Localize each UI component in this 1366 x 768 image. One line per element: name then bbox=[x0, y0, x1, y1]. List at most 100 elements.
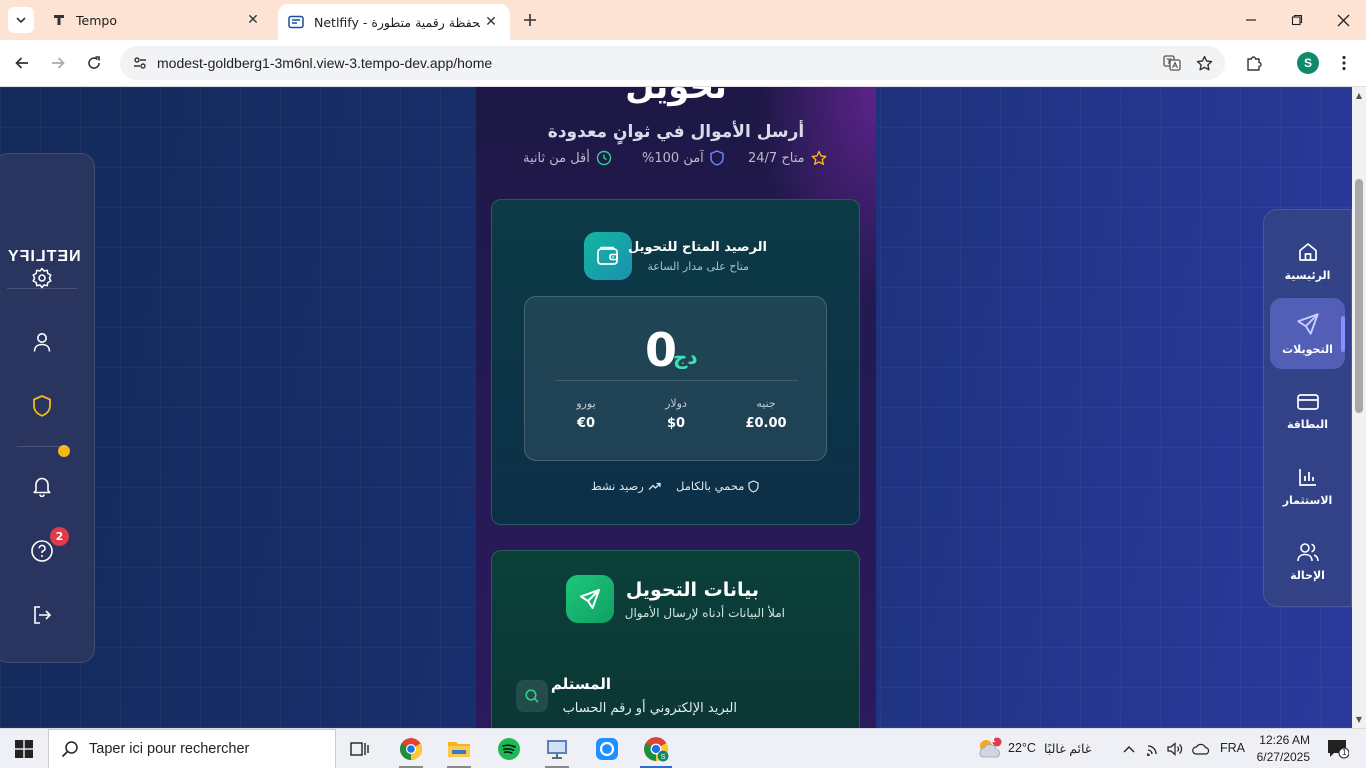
chrome-profile-icon[interactable]: S bbox=[632, 729, 680, 768]
transfer-title: بيانات التحويل bbox=[625, 579, 759, 601]
taskbar-clock[interactable]: 12:26 AM 6/27/2025 bbox=[1250, 732, 1310, 766]
balance-currency: دج bbox=[673, 345, 698, 369]
language-indicator[interactable]: FRA bbox=[1220, 741, 1245, 755]
notification-center-icon[interactable]: 1 bbox=[1318, 729, 1358, 768]
recipient-label: المستلم bbox=[550, 675, 611, 693]
send-icon bbox=[1295, 311, 1321, 337]
feature-label: متاح 24/7 bbox=[748, 150, 805, 166]
home-icon bbox=[1297, 241, 1319, 263]
bell-icon[interactable] bbox=[28, 472, 56, 500]
feature-availability: متاح 24/7 bbox=[748, 149, 827, 167]
page-icon bbox=[288, 15, 304, 29]
wallet-icon bbox=[584, 232, 632, 280]
chrome-icon[interactable] bbox=[387, 729, 435, 768]
currency-name: يورو bbox=[576, 397, 596, 410]
chat-app-icon[interactable] bbox=[583, 729, 631, 768]
recipient-hint: البريد الإلكتروني أو رقم الحساب bbox=[562, 701, 737, 716]
currency-value: £0.00 bbox=[745, 416, 787, 431]
tab-search-button[interactable] bbox=[8, 7, 34, 33]
active-status: رصيد نشط bbox=[591, 478, 661, 494]
feature-label: آمن 100% bbox=[642, 150, 704, 166]
profile-avatar[interactable]: S bbox=[1297, 52, 1319, 74]
page-viewport: تحويل أرسل الأموال في ثوانٍ معدودة متاح … bbox=[0, 87, 1352, 728]
settings-gear-icon[interactable] bbox=[28, 264, 56, 292]
feature-label: أقل من ثانية bbox=[523, 150, 590, 166]
page-scrollbar[interactable]: ▲ ▼ bbox=[1352, 87, 1366, 728]
logout-icon[interactable] bbox=[28, 601, 56, 629]
divider bbox=[555, 380, 798, 381]
tab-label: Netlfify - محفظة رقمية متطورة bbox=[314, 14, 480, 30]
page-title: تحويل bbox=[625, 87, 727, 107]
shield-icon bbox=[748, 479, 760, 493]
remote-desktop-icon[interactable] bbox=[533, 729, 581, 768]
chevron-up-icon[interactable] bbox=[1117, 729, 1141, 768]
new-tab-button[interactable] bbox=[518, 8, 542, 32]
nav-item-referral[interactable]: الإحالة bbox=[1270, 526, 1345, 596]
minimize-button[interactable] bbox=[1228, 0, 1274, 40]
clock-time: 12:26 AM bbox=[1259, 733, 1310, 747]
onedrive-cloud-icon[interactable] bbox=[1189, 729, 1213, 768]
search-icon[interactable] bbox=[516, 680, 548, 712]
windows-taskbar: Taper ici pour rechercher S 1 22°C غائم … bbox=[0, 728, 1366, 768]
reload-button[interactable] bbox=[81, 50, 107, 76]
currency-value: $0 bbox=[666, 416, 686, 431]
browser-tab-bar: Tempo ✕ Netlfify - محفظة رقمية متطورة ✕ bbox=[0, 0, 1366, 40]
nav-label: الرئيسية bbox=[1284, 268, 1331, 282]
currency-name: جنيه bbox=[756, 397, 776, 410]
taskbar-search-box[interactable]: Taper ici pour rechercher bbox=[48, 729, 336, 768]
translate-icon[interactable] bbox=[1159, 50, 1185, 76]
back-button[interactable] bbox=[9, 50, 35, 76]
nav-label: البطاقة bbox=[1286, 417, 1329, 431]
network-icon[interactable] bbox=[1144, 729, 1166, 768]
close-tab-icon[interactable]: ✕ bbox=[242, 9, 264, 31]
site-info-icon[interactable] bbox=[128, 51, 152, 75]
trending-up-icon bbox=[648, 481, 661, 491]
svg-text:S: S bbox=[661, 754, 666, 761]
tab-netlfify[interactable]: Netlfify - محفظة رقمية متطورة ✕ bbox=[278, 4, 510, 40]
scroll-thumb[interactable] bbox=[1355, 179, 1363, 413]
weather-icon[interactable]: 1 bbox=[967, 729, 1011, 768]
scroll-up-arrow[interactable]: ▲ bbox=[1355, 91, 1363, 100]
address-bar[interactable]: modest-goldberg1-3m6nl.view-3.tempo-dev.… bbox=[120, 46, 1225, 80]
feature-speed: أقل من ثانية bbox=[523, 149, 612, 167]
weather-badge: 1 bbox=[991, 735, 996, 744]
task-view-icon[interactable] bbox=[336, 729, 384, 768]
active-indicator bbox=[1341, 316, 1345, 352]
nav-item-home[interactable]: الرئيسية bbox=[1270, 226, 1345, 296]
restore-button[interactable] bbox=[1274, 0, 1320, 40]
currency-value: €0 bbox=[576, 416, 596, 431]
file-explorer-icon[interactable] bbox=[435, 729, 483, 768]
menu-kebab-icon[interactable] bbox=[1331, 50, 1357, 76]
forward-button[interactable] bbox=[45, 50, 71, 76]
users-icon bbox=[1296, 541, 1320, 563]
windows-start-icon[interactable] bbox=[0, 729, 48, 768]
chart-icon bbox=[1297, 466, 1319, 488]
tab-label: Tempo bbox=[76, 12, 117, 28]
currency-name: دولار bbox=[665, 397, 687, 410]
star-icon bbox=[811, 150, 827, 166]
left-sidebar: NETLIFY 2 bbox=[0, 153, 95, 663]
shield-icon[interactable] bbox=[28, 392, 56, 420]
footer-label: محمي بالكامل bbox=[676, 479, 745, 493]
search-icon bbox=[61, 740, 79, 758]
extensions-icon[interactable] bbox=[1241, 50, 1267, 76]
volume-icon[interactable] bbox=[1164, 729, 1186, 768]
nav-item-invest[interactable]: الاستثمار bbox=[1270, 451, 1345, 521]
user-icon[interactable] bbox=[28, 328, 56, 356]
nav-item-card[interactable]: البطاقة bbox=[1270, 376, 1345, 446]
divider bbox=[17, 446, 67, 447]
close-tab-icon[interactable]: ✕ bbox=[480, 11, 502, 33]
scroll-down-arrow[interactable]: ▼ bbox=[1355, 715, 1363, 724]
clock-date: 6/27/2025 bbox=[1256, 750, 1310, 764]
spotify-icon[interactable] bbox=[485, 729, 533, 768]
feature-security: آمن 100% bbox=[642, 149, 724, 167]
conversion-usd: دولار $0 bbox=[646, 397, 706, 431]
tab-tempo[interactable]: Tempo ✕ bbox=[40, 0, 272, 40]
nav-item-transfers[interactable]: التحويلات bbox=[1270, 298, 1345, 369]
close-window-button[interactable] bbox=[1320, 0, 1366, 40]
help-circle-icon[interactable] bbox=[28, 537, 56, 565]
bookmark-star-icon[interactable] bbox=[1191, 50, 1217, 76]
transfer-subtitle: املأ البيانات أدناه لإرسال الأموال bbox=[624, 606, 785, 620]
balance-title: الرصيد المتاح للتحويل bbox=[628, 240, 767, 255]
protected-status: محمي بالكامل bbox=[676, 478, 760, 494]
